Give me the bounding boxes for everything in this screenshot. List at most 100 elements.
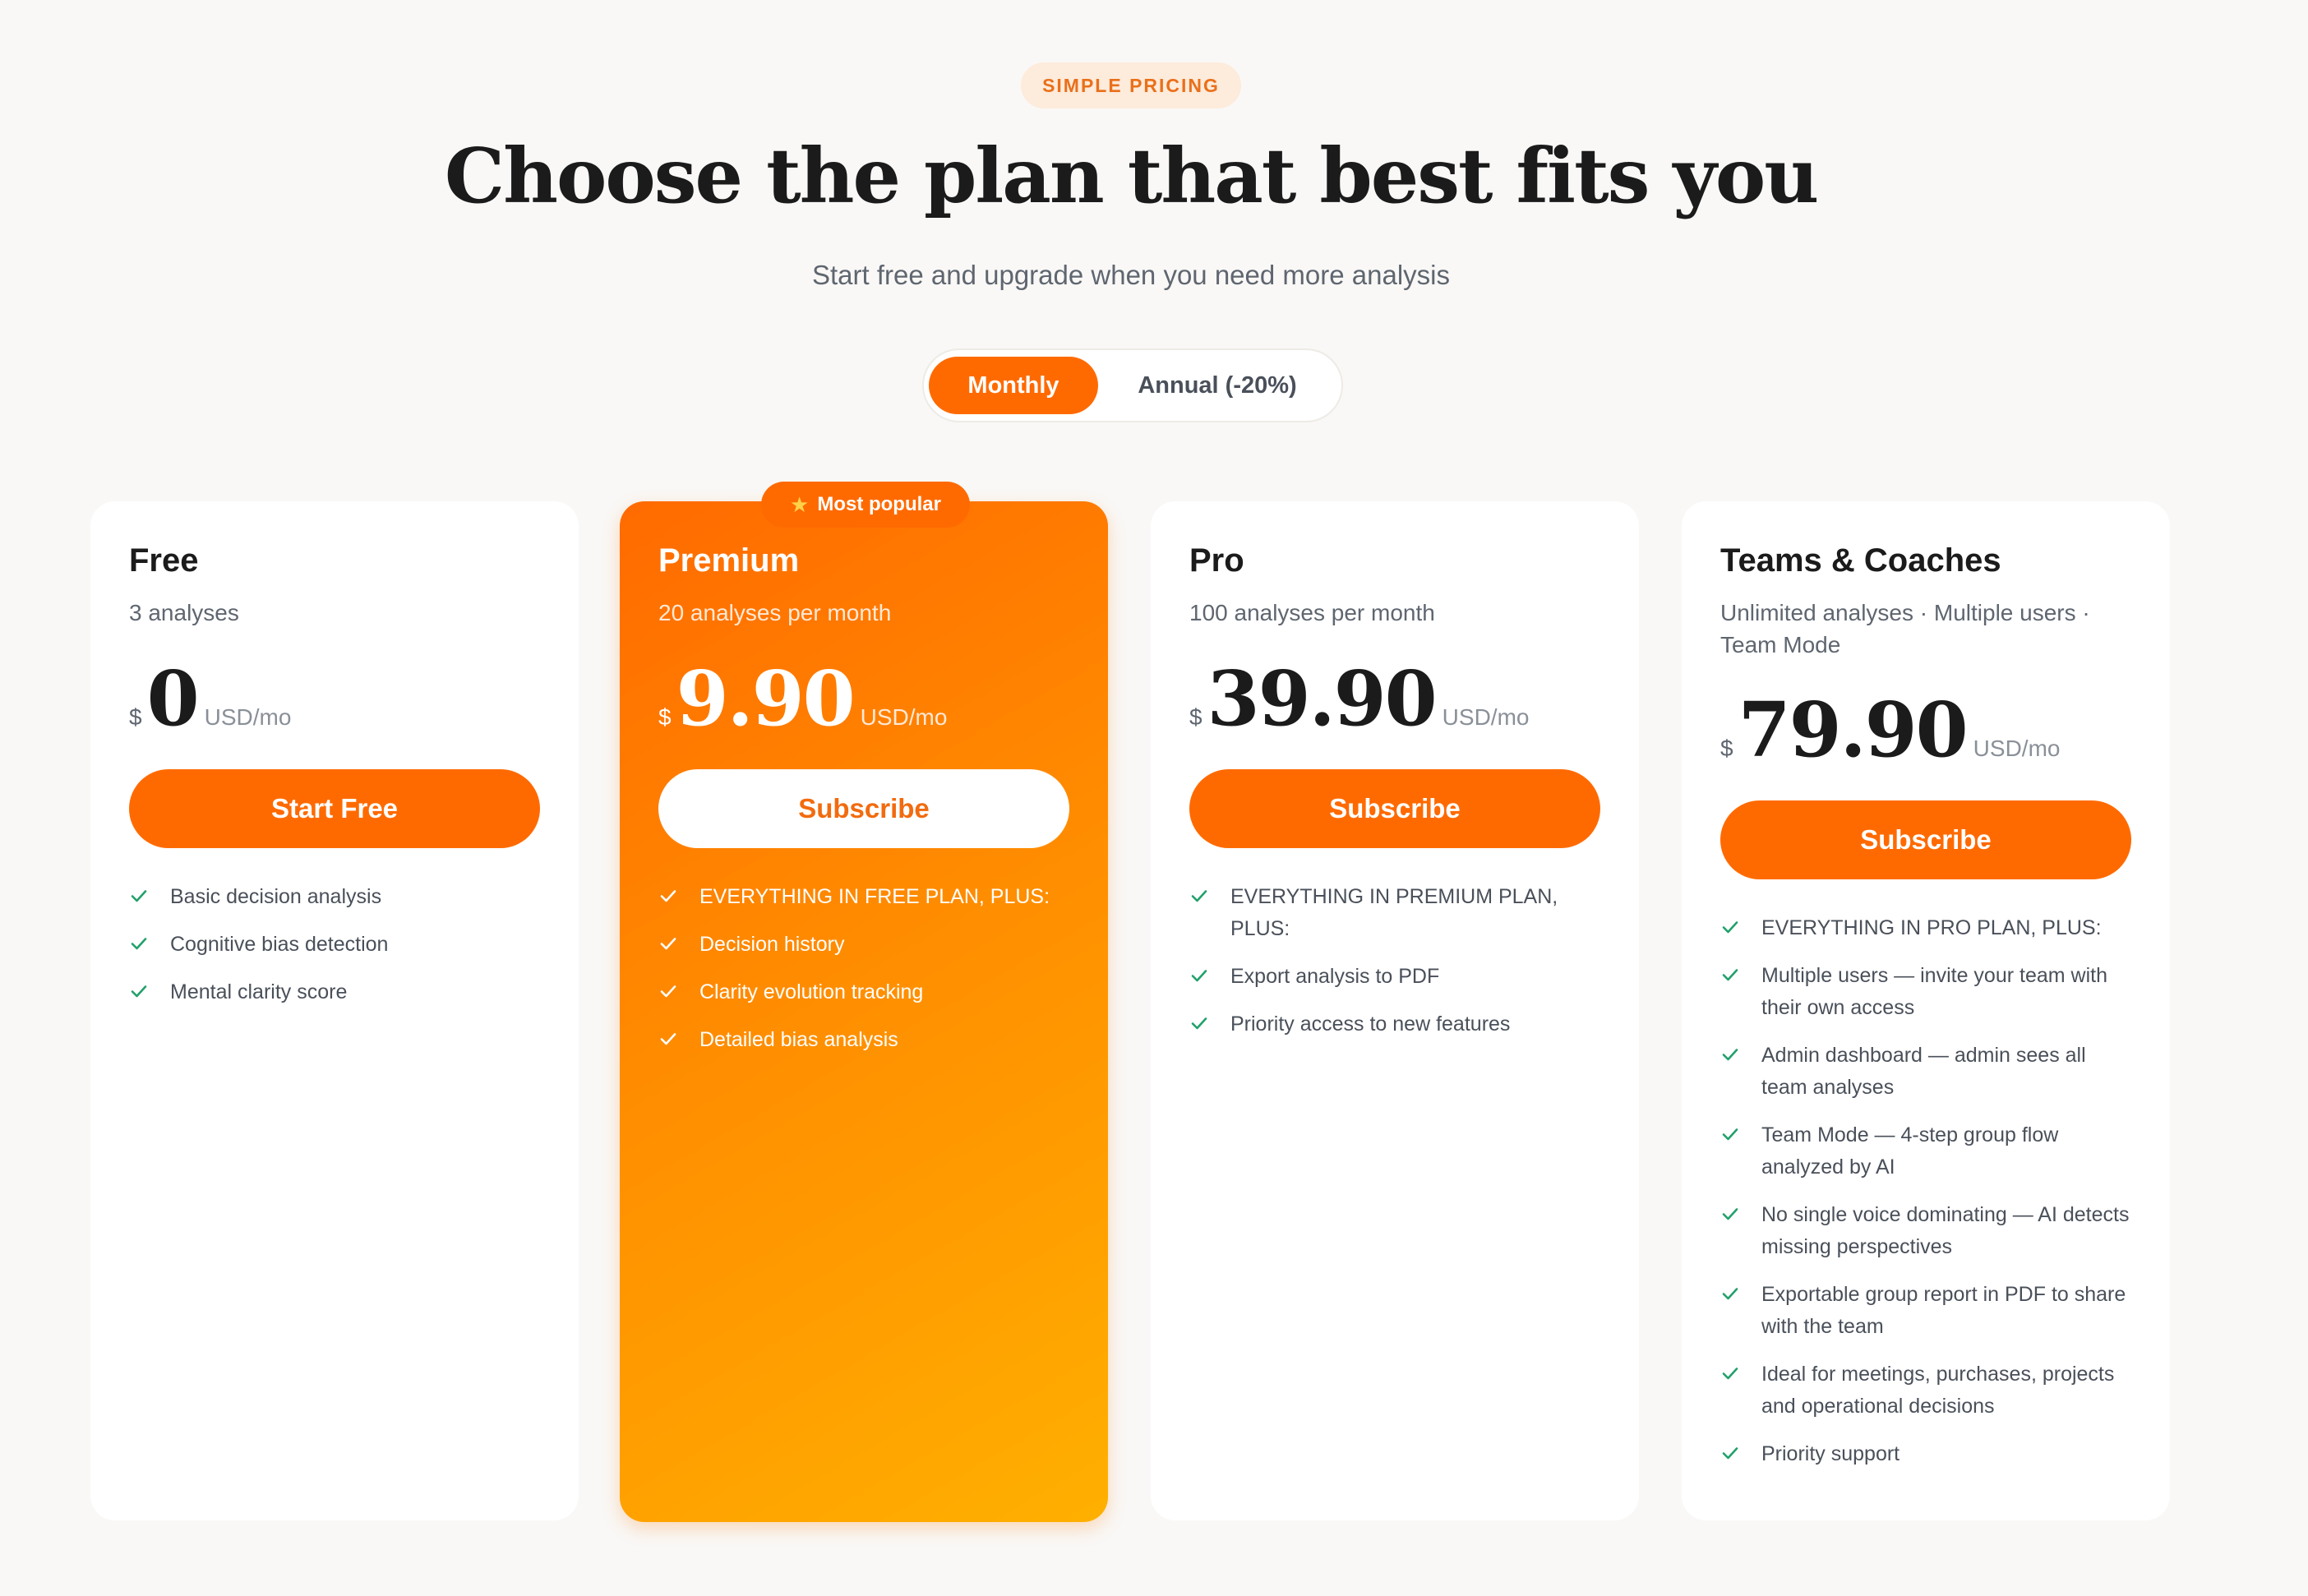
feature-text: Cognitive bias detection: [170, 933, 389, 956]
check-icon: [131, 890, 147, 902]
feature-item: Priority support: [1720, 1438, 2131, 1470]
feature-list: EVERYTHING IN PREMIUM PLAN, PLUS: Export …: [1189, 881, 1600, 1040]
feature-item: EVERYTHING IN FREE PLAN, PLUS:: [658, 881, 1069, 913]
currency-symbol: $: [129, 704, 142, 730]
price-amount: 39.90: [1207, 654, 1438, 743]
plan-description: 20 analyses per month: [658, 600, 892, 625]
plan-price: $ 79.90 USD/mo: [1720, 685, 2131, 774]
feature-item: Cognitive bias detection: [129, 929, 540, 961]
plan-name: Premium: [658, 542, 800, 579]
check-icon: [1722, 1447, 1738, 1460]
feature-item: Ideal for meetings, purchases, projects …: [1720, 1358, 2131, 1423]
feature-item: Admin dashboard — admin sees all team an…: [1720, 1040, 2131, 1104]
subscribe-pro-button[interactable]: Subscribe: [1189, 769, 1600, 848]
subscribe-teams-button[interactable]: Subscribe: [1720, 800, 2131, 880]
check-icon: [660, 985, 676, 998]
star-icon: ★: [790, 491, 810, 517]
feature-text: EVERYTHING IN PRO PLAN, PLUS:: [1761, 916, 2102, 940]
price-period: USD/mo: [1973, 736, 2061, 762]
feature-text: Ideal for meetings, purchases, projects …: [1761, 1363, 2115, 1418]
feature-text: Export analysis to PDF: [1230, 965, 1440, 988]
check-icon: [1191, 970, 1207, 982]
price-amount: 0: [146, 654, 200, 743]
billing-monthly-option[interactable]: Monthly: [929, 357, 1098, 414]
price-amount: 9.90: [676, 654, 856, 743]
check-icon: [660, 1033, 676, 1045]
feature-item: Clarity evolution tracking: [658, 976, 1069, 1008]
start-free-button[interactable]: Start Free: [129, 769, 540, 848]
plan-price: $ 0 USD/mo: [129, 654, 540, 743]
feature-item: EVERYTHING IN PREMIUM PLAN, PLUS:: [1189, 881, 1600, 945]
check-icon: [1722, 1128, 1738, 1141]
check-icon: [660, 938, 676, 950]
feature-item: Team Mode — 4-step group flow analyzed b…: [1720, 1119, 2131, 1183]
check-icon: [660, 890, 676, 902]
feature-text: Basic decision analysis: [170, 885, 382, 908]
plan-description: 100 analyses per month: [1189, 600, 1435, 625]
currency-symbol: $: [1189, 704, 1202, 730]
plan-card-teams: Teams & Coaches Unlimited analyses · Mul…: [1682, 501, 2170, 1520]
subscribe-premium-button[interactable]: Subscribe: [658, 769, 1069, 848]
feature-text: Detailed bias analysis: [699, 1028, 898, 1051]
feature-text: Clarity evolution tracking: [699, 980, 924, 1003]
feature-list: EVERYTHING IN FREE PLAN, PLUS: Decision h…: [658, 881, 1069, 1056]
check-icon: [1722, 1208, 1738, 1220]
plan-name: Free: [129, 542, 199, 579]
page-title: Choose the plan that best fits you: [444, 131, 1819, 220]
feature-item: Exportable group report in PDF to share …: [1720, 1279, 2131, 1343]
check-icon: [1722, 1049, 1738, 1061]
check-icon: [1722, 969, 1738, 981]
feature-item: Mental clarity score: [129, 976, 540, 1008]
badge-label: Most popular: [817, 493, 941, 515]
simple-pricing-label: SIMPLE PRICING: [1021, 62, 1241, 108]
feature-item: Export analysis to PDF: [1189, 961, 1600, 993]
check-icon: [131, 938, 147, 950]
billing-toggle: Monthly Annual (-20%): [922, 348, 1343, 422]
feature-text: Team Mode — 4-step group flow analyzed b…: [1761, 1123, 2059, 1179]
plan-card-free: Free 3 analyses $ 0 USD/mo Start Free Ba…: [90, 501, 579, 1520]
feature-text: EVERYTHING IN PREMIUM PLAN, PLUS:: [1230, 885, 1558, 940]
feature-text: Multiple users — invite your team with t…: [1761, 964, 2107, 1020]
feature-text: Exportable group report in PDF to share …: [1761, 1283, 2126, 1339]
feature-item: Decision history: [658, 929, 1069, 961]
check-icon: [131, 985, 147, 998]
feature-text: No single voice dominating — AI detects …: [1761, 1203, 2130, 1259]
pricing-page: SIMPLE PRICING Choose the plan that best…: [0, 0, 2308, 1596]
feature-item: No single voice dominating — AI detects …: [1720, 1199, 2131, 1263]
price-amount: 79.90: [1738, 685, 1969, 775]
plan-price: $ 9.90 USD/mo: [658, 654, 1069, 743]
feature-item: Basic decision analysis: [129, 881, 540, 913]
currency-symbol: $: [1720, 736, 1733, 762]
price-period: USD/mo: [204, 704, 292, 730]
feature-item: EVERYTHING IN PRO PLAN, PLUS:: [1720, 912, 2131, 944]
plan-description: 3 analyses: [129, 600, 239, 625]
feature-item: Priority access to new features: [1189, 1008, 1600, 1040]
feature-text: Priority support: [1761, 1442, 1900, 1466]
plan-name: Teams & Coaches: [1720, 542, 2001, 579]
check-icon: [1722, 1288, 1738, 1300]
plan-card-premium: ★ Most popular Premium 20 analyses per m…: [620, 482, 1108, 1522]
price-period: USD/mo: [860, 704, 948, 730]
feature-text: Admin dashboard — admin sees all team an…: [1761, 1044, 2086, 1100]
plan-price: $ 39.90 USD/mo: [1189, 654, 1600, 743]
feature-list: EVERYTHING IN PRO PLAN, PLUS: Multiple us…: [1720, 912, 2131, 1470]
feature-text: Mental clarity score: [170, 980, 348, 1003]
feature-list: Basic decision analysis Cognitive bias de…: [129, 881, 540, 1008]
feature-text: EVERYTHING IN FREE PLAN, PLUS:: [699, 885, 1050, 908]
currency-symbol: $: [658, 704, 672, 730]
page-subtitle: Start free and upgrade when you need mor…: [812, 260, 1450, 290]
feature-text: Priority access to new features: [1230, 1012, 1511, 1036]
plan-card-pro: Pro 100 analyses per month $ 39.90 USD/m…: [1151, 501, 1639, 1520]
check-icon: [1191, 890, 1207, 902]
feature-item: Multiple users — invite your team with t…: [1720, 960, 2131, 1024]
most-popular-badge: ★ Most popular: [761, 482, 970, 528]
check-icon: [1722, 1368, 1738, 1380]
price-period: USD/mo: [1442, 704, 1530, 730]
billing-annual-option[interactable]: Annual (-20%): [1098, 357, 1336, 414]
check-icon: [1191, 1017, 1207, 1030]
plan-description: Unlimited analyses · Multiple users · Te…: [1720, 600, 2090, 658]
feature-text: Decision history: [699, 933, 845, 956]
check-icon: [1722, 921, 1738, 934]
plan-name: Pro: [1189, 542, 1244, 579]
feature-item: Detailed bias analysis: [658, 1024, 1069, 1056]
